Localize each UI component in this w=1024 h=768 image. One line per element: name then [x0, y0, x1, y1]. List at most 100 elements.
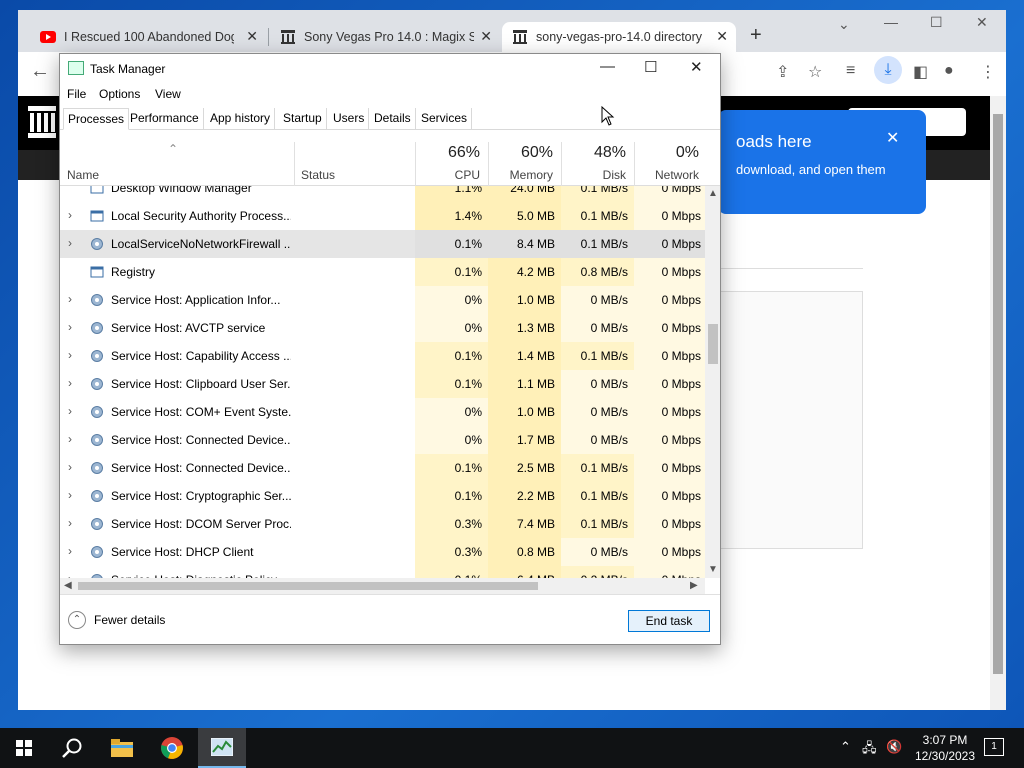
process-row[interactable]: › Service Host: Connected Device... 0.1% 2.… [60, 454, 705, 482]
scroll-left-icon[interactable]: ◀ [64, 580, 72, 591]
menu-options[interactable]: Options [99, 87, 140, 101]
col-network[interactable]: Network [655, 168, 699, 182]
tab-startup[interactable]: Startup [279, 108, 327, 130]
download-icon[interactable]: ⤓ [874, 56, 902, 84]
browser-tab-directory[interactable]: sony-vegas-pro-14.0 directory li ✕ [502, 22, 736, 52]
menu-view[interactable]: View [155, 87, 181, 101]
disk-pct[interactable]: 48% [594, 144, 626, 162]
vertical-scrollbar[interactable]: ▲ ▼ [705, 186, 720, 578]
share-icon[interactable]: ⇪ [776, 62, 789, 82]
search-button[interactable] [48, 728, 96, 768]
chevron-right-icon[interactable]: › [68, 208, 72, 222]
chevron-right-icon[interactable]: › [68, 488, 72, 502]
close-icon[interactable]: ✕ [690, 58, 703, 76]
scroll-down-icon[interactable]: ▼ [708, 564, 718, 575]
process-row[interactable]: Registry 0.1% 4.2 MB 0.8 MB/s 0 Mbps [60, 258, 705, 286]
horizontal-scrollbar[interactable]: ◀ ▶ [60, 578, 705, 594]
process-row[interactable]: ›Service Host: Diagnostic Policy ...0.1%… [60, 566, 705, 578]
chevron-right-icon[interactable]: › [68, 320, 72, 334]
folder-icon [111, 739, 133, 757]
col-memory[interactable]: Memory [510, 168, 553, 182]
process-row[interactable]: › Service Host: Cryptographic Ser... 0.1% 2… [60, 482, 705, 510]
cpu-cell: 0.3% [415, 510, 488, 538]
chevron-right-icon[interactable]: › [68, 432, 72, 446]
tab-app-history[interactable]: App history [206, 108, 276, 130]
close-popup-icon[interactable]: ✕ [886, 128, 899, 148]
network-pct[interactable]: 0% [676, 144, 699, 162]
process-row[interactable]: › Service Host: Clipboard User Ser... 0.1%… [60, 370, 705, 398]
volume-icon[interactable]: 🔇 [886, 739, 902, 755]
chrome-button[interactable] [148, 728, 196, 768]
scroll-up-icon[interactable]: ▲ [708, 188, 718, 199]
chevron-right-icon[interactable]: › [68, 376, 72, 390]
col-name[interactable]: Name [67, 168, 99, 182]
fewer-details-button[interactable]: ⌃ Fewer details [68, 611, 165, 629]
task-manager-taskbar-button[interactable] [198, 728, 246, 768]
col-disk[interactable]: Disk [603, 168, 626, 182]
maximize-icon[interactable]: ☐ [644, 58, 657, 76]
tab-details[interactable]: Details [370, 108, 416, 130]
profile-icon[interactable]: ● [944, 62, 954, 80]
hscroll-thumb[interactable] [78, 582, 538, 590]
close-tab-icon[interactable]: ✕ [480, 28, 492, 45]
tab-users[interactable]: Users [329, 108, 370, 130]
process-row[interactable]: › Service Host: Capability Access ... 0.1%… [60, 342, 705, 370]
close-icon[interactable]: ✕ [976, 14, 988, 31]
network-icon[interactable]: 🖧 [862, 739, 877, 761]
end-task-button[interactable]: End task [628, 610, 710, 632]
close-tab-icon[interactable]: ✕ [246, 28, 258, 45]
process-row[interactable]: › Service Host: DCOM Server Proc... 0.3% 7.… [60, 510, 705, 538]
cpu-pct[interactable]: 66% [448, 144, 480, 162]
back-icon[interactable]: ← [30, 60, 50, 83]
tab-search-icon[interactable]: ⌄ [838, 16, 850, 33]
gear-icon [91, 490, 103, 502]
chevron-right-icon[interactable]: › [68, 348, 72, 362]
chevron-right-icon[interactable]: › [68, 544, 72, 558]
process-row[interactable]: › Service Host: AVCTP service 0% 1.3 MB 0 MB… [60, 314, 705, 342]
maximize-icon[interactable]: ☐ [930, 14, 943, 31]
process-row[interactable]: Desktop Window Manager 1.1% 24.0 MB 0.1 MB/… [60, 186, 705, 202]
process-name: Service Host: Application Infor... [111, 293, 281, 307]
tab-performance[interactable]: Performance [126, 108, 204, 130]
minimize-icon[interactable]: — [600, 58, 615, 75]
disk-cell: 0 MB/s [561, 398, 634, 426]
chevron-right-icon[interactable]: › [68, 516, 72, 530]
menu-file[interactable]: File [67, 87, 86, 101]
side-panel-icon[interactable]: ◧ [913, 62, 928, 82]
close-tab-icon[interactable]: ✕ [716, 28, 728, 45]
process-row[interactable]: › LocalServiceNoNetworkFirewall ... 0.1% 8.… [60, 230, 705, 258]
process-row[interactable]: › Service Host: COM+ Event Syste... 0% 1.0 … [60, 398, 705, 426]
new-tab-icon[interactable]: + [750, 24, 762, 47]
process-row[interactable]: › Local Security Authority Process... 1.4%… [60, 202, 705, 230]
chevron-right-icon[interactable]: › [68, 404, 72, 418]
browser-tab-sony-vegas[interactable]: Sony Vegas Pro 14.0 : Magix Stu ✕ [270, 22, 500, 52]
bookmark-star-icon[interactable]: ☆ [808, 62, 822, 82]
col-cpu[interactable]: CPU [455, 168, 480, 182]
process-row[interactable]: › Service Host: Connected Device... 0% 1.7 … [60, 426, 705, 454]
process-row[interactable]: › Service Host: Application Infor... 0% 1.0… [60, 286, 705, 314]
network-cell: 0 Mbps [634, 398, 705, 426]
process-row[interactable]: › Service Host: DHCP Client 0.3% 0.8 MB 0 MB… [60, 538, 705, 566]
media-icon[interactable]: ≡ [846, 62, 855, 80]
browser-tab-youtube[interactable]: I Rescued 100 Abandoned Dogs ✕ [30, 22, 266, 52]
minimize-icon[interactable]: — [884, 14, 898, 30]
chevron-up-icon[interactable]: ⌃ [840, 739, 851, 755]
tab-services[interactable]: Services [417, 108, 473, 130]
chevron-right-icon[interactable]: › [68, 460, 72, 474]
tab-title: Sony Vegas Pro 14.0 : Magix Stu [304, 30, 474, 44]
clock[interactable]: 3:07 PM 12/30/2023 [910, 732, 980, 764]
page-scrollbar[interactable] [990, 96, 1006, 710]
memory-pct[interactable]: 60% [521, 144, 553, 162]
chevron-right-icon[interactable]: › [68, 292, 72, 306]
col-status[interactable]: Status [301, 168, 335, 182]
disk-cell: 0.1 MB/s [561, 454, 634, 482]
file-explorer-button[interactable] [98, 728, 146, 768]
scroll-right-icon[interactable]: ▶ [690, 580, 698, 591]
start-button[interactable] [0, 728, 48, 768]
notification-icon[interactable]: 1 [984, 738, 1004, 756]
tab-processes[interactable]: Processes [63, 108, 130, 130]
scroll-thumb[interactable] [708, 324, 718, 364]
chevron-right-icon[interactable]: › [68, 236, 72, 250]
menu-icon[interactable]: ⋮ [980, 62, 996, 82]
archive-logo-icon[interactable] [28, 106, 56, 138]
